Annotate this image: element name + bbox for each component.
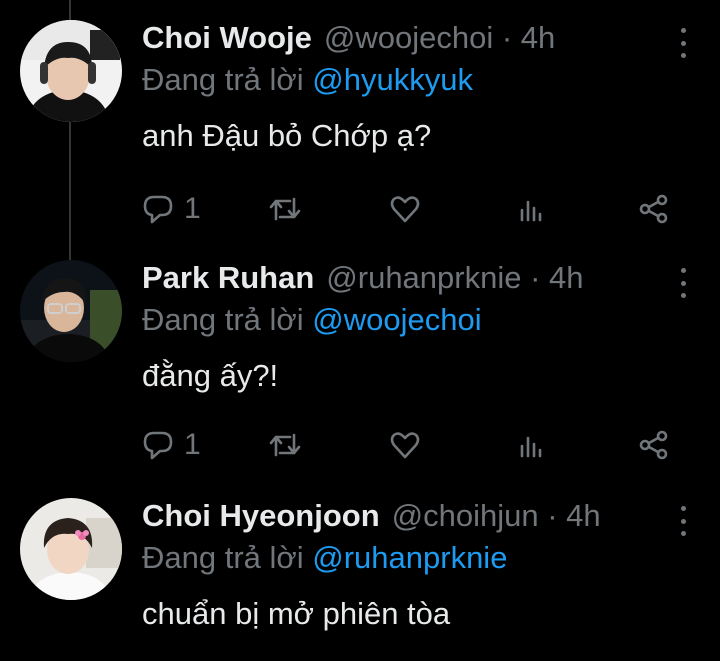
display-name[interactable]: Choi Wooje bbox=[142, 20, 312, 56]
like-icon bbox=[390, 432, 420, 459]
reply-prefix: Đang trả lời bbox=[142, 302, 304, 337]
tweet-text: anh Đậu bỏ Chớp ạ? bbox=[142, 118, 432, 153]
handle-and-time[interactable]: @woojechoi · 4h bbox=[324, 20, 690, 56]
retweet-icon bbox=[269, 197, 301, 221]
tweet-text: đằng ấy?! bbox=[142, 358, 279, 393]
share-icon bbox=[639, 194, 668, 224]
action-bar: 1 bbox=[142, 428, 690, 462]
reply-button[interactable]: 1 bbox=[142, 428, 201, 462]
reply-mention-link[interactable]: @ruhanprknie bbox=[312, 540, 507, 575]
reply-count: 1 bbox=[184, 428, 201, 461]
reply-icon bbox=[143, 431, 173, 460]
reply-to-line: Đang trả lời @hyukkyuk bbox=[142, 62, 690, 102]
reply-to-line: Đang trả lời @ruhanprknie bbox=[142, 540, 690, 580]
analytics-button[interactable] bbox=[518, 428, 544, 462]
analytics-button[interactable] bbox=[518, 192, 544, 226]
like-icon bbox=[390, 196, 420, 223]
like-button[interactable] bbox=[390, 428, 420, 462]
reply-icon bbox=[143, 195, 173, 224]
reply-count: 1 bbox=[184, 192, 201, 225]
reply-prefix: Đang trả lời bbox=[142, 540, 304, 575]
tweet[interactable]: Choi Wooje @woojechoi · 4h Đang trả lời … bbox=[0, 20, 720, 235]
retweet-button[interactable] bbox=[268, 428, 302, 462]
retweet-button[interactable] bbox=[268, 192, 302, 226]
tweet[interactable]: Choi Hyeonjoon @choihjun · 4h Đang trả l… bbox=[0, 498, 720, 661]
tweet-text: chuẩn bị mở phiên tòa bbox=[142, 596, 451, 631]
share-button[interactable] bbox=[639, 428, 669, 462]
reply-to-line: Đang trả lời @woojechoi bbox=[142, 302, 690, 342]
avatar[interactable] bbox=[20, 260, 122, 362]
share-icon bbox=[639, 430, 668, 460]
analytics-icon bbox=[520, 436, 542, 458]
like-button[interactable] bbox=[390, 192, 420, 226]
more-options-icon[interactable] bbox=[676, 268, 690, 298]
retweet-icon bbox=[269, 433, 301, 457]
analytics-icon bbox=[520, 200, 542, 222]
action-bar: 1 bbox=[142, 192, 690, 226]
more-options-icon[interactable] bbox=[676, 28, 690, 58]
reply-button[interactable]: 1 bbox=[142, 192, 201, 226]
avatar[interactable] bbox=[20, 498, 122, 600]
more-options-icon[interactable] bbox=[676, 506, 690, 536]
avatar[interactable] bbox=[20, 20, 122, 122]
share-button[interactable] bbox=[639, 192, 669, 226]
display-name[interactable]: Park Ruhan bbox=[142, 260, 314, 296]
reply-mention-link[interactable]: @hyukkyuk bbox=[312, 62, 473, 97]
handle-and-time[interactable]: @choihjun · 4h bbox=[392, 498, 690, 534]
reply-prefix: Đang trả lời bbox=[142, 62, 304, 97]
reply-mention-link[interactable]: @woojechoi bbox=[312, 302, 481, 337]
tweet[interactable]: Park Ruhan @ruhanprknie · 4h Đang trả lờ… bbox=[0, 260, 720, 475]
display-name[interactable]: Choi Hyeonjoon bbox=[142, 498, 380, 534]
handle-and-time[interactable]: @ruhanprknie · 4h bbox=[326, 260, 690, 296]
